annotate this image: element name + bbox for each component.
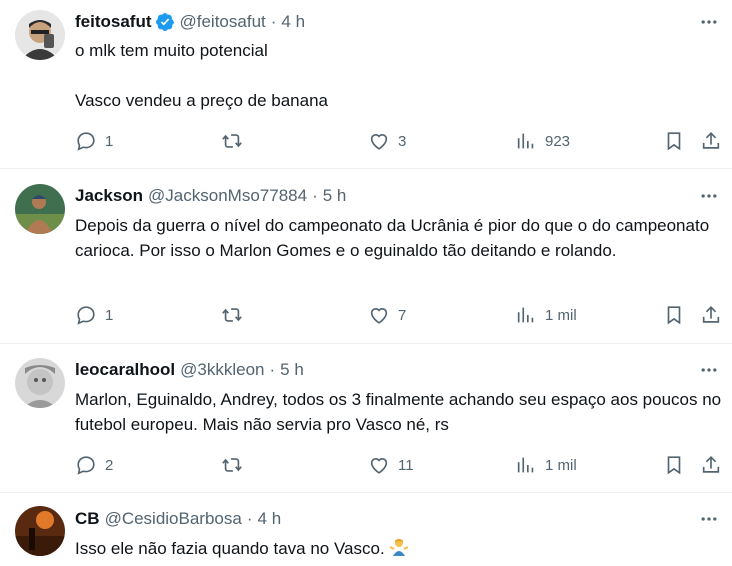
bookmark-button[interactable]: [663, 454, 685, 476]
reply-count: 1: [105, 132, 114, 150]
retweet-icon: [222, 458, 242, 472]
tweet[interactable]: leocaralhool @3kkkleon · 5 h Marlon, Egu…: [0, 344, 732, 492]
tweet-paragraph: Depois da guerra o nível do campeonato d…: [75, 216, 710, 260]
retweet-icon: [222, 308, 242, 322]
tweet-actions: 2 11 1 mil: [75, 454, 725, 476]
reply-button[interactable]: 1: [75, 130, 113, 152]
like-button[interactable]: 3: [368, 130, 406, 152]
tweet-text: Isso ele não fazia quando tava no Vasco.: [75, 536, 725, 561]
tweet-actions: 1 7 1 mil: [75, 304, 725, 326]
share-icon: [702, 456, 720, 473]
user-handle[interactable]: @feitosafut: [180, 11, 266, 33]
tweet-text: Marlon, Eguinaldo, Andrey, todos os 3 fi…: [75, 387, 725, 437]
tweet-actions: 1 3 923: [75, 130, 725, 152]
timestamp[interactable]: 5 h: [280, 359, 304, 381]
like-button[interactable]: 7: [368, 304, 406, 326]
verified-badge-icon: [155, 13, 174, 31]
more-options-icon[interactable]: [698, 11, 720, 33]
like-count: 7: [398, 306, 407, 324]
share-icon: [702, 132, 720, 149]
view-count: 1 mil: [545, 306, 577, 324]
reply-count: 2: [105, 456, 114, 474]
tweet-text: Depois da guerra o nível do campeonato d…: [75, 213, 725, 263]
views-chart-icon: [517, 307, 534, 323]
heart-icon: [370, 458, 388, 474]
tweet-paragraph: Vasco vendeu a preço de banana: [75, 91, 328, 110]
avatar[interactable]: [15, 184, 65, 234]
reply-icon: [77, 456, 95, 475]
like-count: 11: [398, 456, 414, 474]
avatar[interactable]: [15, 358, 65, 408]
views-button[interactable]: 1 mil: [515, 304, 577, 326]
reply-button[interactable]: 1: [75, 304, 113, 326]
bookmark-button[interactable]: [663, 130, 685, 152]
user-handle[interactable]: @JacksonMso77884: [148, 185, 307, 207]
share-icon: [702, 306, 720, 323]
timestamp[interactable]: 4 h: [281, 11, 305, 33]
more-options-icon[interactable]: [698, 185, 720, 207]
retweet-button[interactable]: [221, 304, 251, 326]
tweet-paragraph: Isso ele não fazia quando tava no Vasco.: [75, 539, 385, 558]
reply-count: 1: [105, 306, 114, 324]
avatar[interactable]: [15, 10, 65, 60]
display-name[interactable]: feitosafut: [75, 11, 152, 33]
reply-button[interactable]: 2: [75, 454, 113, 476]
tweet-paragraph: Marlon, Eguinaldo, Andrey, todos os 3 fi…: [75, 390, 722, 434]
retweet-button[interactable]: [221, 454, 251, 476]
more-options-icon[interactable]: [698, 359, 720, 381]
timestamp[interactable]: 5 h: [323, 185, 347, 207]
separator-dot: ·: [246, 509, 253, 528]
heart-icon: [370, 308, 388, 324]
view-count: 1 mil: [545, 456, 577, 474]
user-handle[interactable]: @CesidioBarbosa: [105, 508, 242, 530]
display-name[interactable]: leocaralhool: [75, 359, 175, 381]
retweet-icon: [222, 134, 242, 148]
heart-icon: [370, 134, 388, 150]
reply-icon: [77, 306, 95, 325]
display-name[interactable]: Jackson: [75, 185, 143, 207]
more-options-icon[interactable]: [698, 508, 720, 530]
bookmark-icon: [667, 306, 681, 325]
views-button[interactable]: 923: [515, 130, 570, 152]
views-chart-icon: [517, 133, 534, 149]
bookmark-icon: [667, 132, 681, 151]
man-shrugging-emoji-icon: [389, 539, 409, 556]
views-button[interactable]: 1 mil: [515, 454, 577, 476]
share-button[interactable]: [700, 454, 722, 476]
views-chart-icon: [517, 457, 534, 473]
view-count: 923: [545, 132, 571, 150]
separator-dot: ·: [312, 186, 318, 205]
tweet[interactable]: CB @CesidioBarbosa · 4 h Isso ele não fa…: [0, 493, 732, 566]
display-name[interactable]: CB: [75, 508, 100, 530]
bookmark-button[interactable]: [663, 304, 685, 326]
separator-dot: ·: [270, 12, 277, 31]
reply-icon: [77, 132, 95, 151]
timestamp[interactable]: 4 h: [258, 508, 282, 530]
tweet-paragraph: o mlk tem muito potencial: [75, 41, 268, 60]
tweet[interactable]: Jackson @JacksonMso77884 · 5 h Depois da…: [0, 169, 732, 343]
tweet-text: o mlk tem muito potencial Vasco vendeu a…: [75, 38, 725, 113]
tweet-paragraph-wrap: Isso ele não fazia quando tava no Vasco.: [75, 536, 725, 561]
like-button[interactable]: 11: [368, 454, 414, 476]
user-handle[interactable]: @3kkkleon: [180, 359, 264, 381]
tweet[interactable]: feitosafut @feitosafut · 4 h o mlk tem m…: [0, 0, 732, 168]
retweet-button[interactable]: [221, 130, 251, 152]
bookmark-icon: [667, 456, 681, 475]
share-button[interactable]: [700, 304, 722, 326]
share-button[interactable]: [700, 130, 722, 152]
separator-dot: ·: [269, 360, 276, 379]
avatar[interactable]: [15, 506, 65, 556]
like-count: 3: [398, 132, 407, 150]
